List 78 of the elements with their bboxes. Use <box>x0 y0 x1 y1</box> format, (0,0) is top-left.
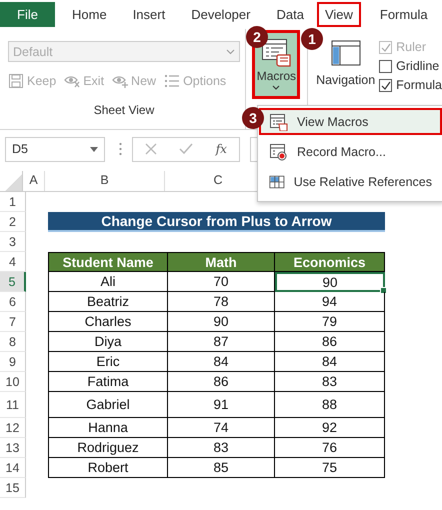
list-icon <box>164 73 180 89</box>
table-cell: Eric <box>48 352 168 372</box>
file-tab[interactable]: File <box>0 2 55 27</box>
table-cell: 88 <box>275 392 385 418</box>
column-heading: Student Name <box>48 252 168 272</box>
dropdown-arrow-icon <box>90 146 98 152</box>
table-cell: Ali <box>48 272 168 292</box>
row-header[interactable]: 2 <box>0 212 26 232</box>
table-cell: 78 <box>168 292 275 312</box>
row-header[interactable]: 8 <box>0 332 26 352</box>
pane-icon <box>330 40 361 66</box>
table-cell: 86 <box>275 332 385 352</box>
column-heading: Economics <box>275 252 385 272</box>
table-cell: Rodriguez <box>48 438 168 458</box>
option-checkbox[interactable]: Gridline <box>379 59 442 73</box>
table-cell: 84 <box>275 352 385 372</box>
ribbon-tab[interactable]: Home <box>59 2 120 27</box>
ribbon-tab[interactable]: Insert <box>120 2 178 27</box>
group-label: Sheet View <box>92 103 156 117</box>
table-cell: 91 <box>168 392 275 418</box>
row-header[interactable]: 9 <box>0 352 26 372</box>
row-header[interactable]: 7 <box>0 312 26 332</box>
more-icon <box>119 142 122 156</box>
check-icon <box>380 42 391 52</box>
table-cell: Beatriz <box>48 292 168 312</box>
check-icon <box>380 80 391 90</box>
column-heading: Math <box>168 252 275 272</box>
table-cell: 90 <box>275 272 385 292</box>
table-cell: 75 <box>275 458 385 478</box>
macro-list-icon <box>269 112 288 130</box>
table-cell: Charles <box>48 312 168 332</box>
menu-item[interactable]: Record Macro... <box>259 138 442 165</box>
close-icon <box>144 143 157 155</box>
row-header[interactable]: 12 <box>0 418 26 438</box>
chevron-down-icon <box>226 48 235 54</box>
table-title: Change Cursor from Plus to Arrow <box>48 212 385 232</box>
row-header[interactable]: 1 <box>0 192 26 212</box>
row-header[interactable]: 11 <box>0 392 26 418</box>
option-checkbox[interactable]: Formula <box>379 78 442 92</box>
macro-sheet-icon <box>261 36 292 67</box>
ribbon-tab[interactable]: View <box>316 2 361 27</box>
column-header[interactable]: B <box>45 171 165 191</box>
table-cell: 92 <box>275 418 385 438</box>
table-cell: 94 <box>275 292 385 312</box>
table-cell: 76 <box>275 438 385 458</box>
menu-item[interactable]: View Macros <box>259 108 442 135</box>
check-icon <box>178 143 193 155</box>
table-cell: Gabriel <box>48 392 168 418</box>
table-cell: 70 <box>168 272 275 292</box>
table-cell: 83 <box>275 372 385 392</box>
table-cell: 86 <box>168 372 275 392</box>
row-header[interactable]: 3 <box>0 232 26 252</box>
table-cell: 84 <box>168 352 275 372</box>
table-cell: 83 <box>168 438 275 458</box>
row-header[interactable]: 6 <box>0 292 26 312</box>
record-icon <box>269 142 288 160</box>
table-cell: 90 <box>168 312 275 332</box>
table-cell: Diya <box>48 332 168 352</box>
save-icon <box>8 73 24 89</box>
table-cell: 87 <box>168 332 275 352</box>
fill-handle[interactable] <box>380 287 387 294</box>
row-header[interactable]: 14 <box>0 458 26 478</box>
row-header[interactable]: 5 <box>0 272 26 292</box>
table-cell: Hanna <box>48 418 168 438</box>
table-cell: Robert <box>48 458 168 478</box>
column-header[interactable]: A <box>23 171 45 191</box>
row-header[interactable]: 15 <box>0 478 26 498</box>
table-cell: 85 <box>168 458 275 478</box>
name-box[interactable]: D5 <box>5 136 105 162</box>
ribbon-tab[interactable]: Formula <box>366 2 441 27</box>
table-cell: Fatima <box>48 372 168 392</box>
row-header[interactable]: 10 <box>0 372 26 392</box>
row-header[interactable]: 13 <box>0 438 26 458</box>
ribbon-tab[interactable]: Data <box>263 2 317 27</box>
caret-icon <box>272 85 280 90</box>
table-cell: 79 <box>275 312 385 332</box>
table-cell: 74 <box>168 418 275 438</box>
ribbon-tab[interactable]: Developer <box>178 2 264 27</box>
